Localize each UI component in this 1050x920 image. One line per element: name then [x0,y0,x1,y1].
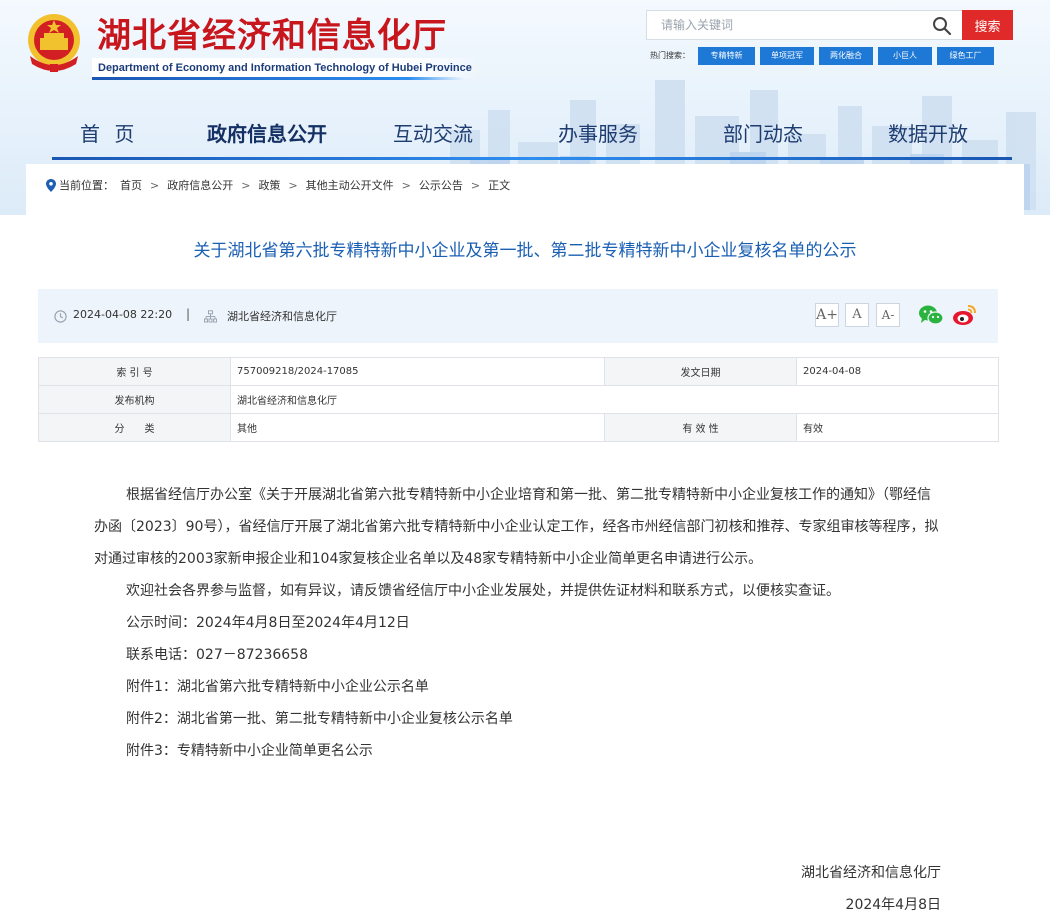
subtitle-underline [92,77,464,80]
signature-org: 湖北省经济和信息化厅 [801,865,941,881]
crumb-separator: > [241,178,251,192]
crumb-other-files[interactable]: 其他主动公开文件 [306,177,394,193]
nav-underline [52,157,1012,160]
table-row: 索 引 号 757009218/2024-17085 发文日期 2024-04-… [38,357,999,386]
font-size-decrease-button[interactable]: A- [876,303,900,327]
site-subtitle: Department of Economy and Information Te… [92,58,484,78]
issuing-org-label: 发布机构 [38,385,231,414]
crumb-separator: > [150,178,160,192]
attachment-link[interactable]: 附件1：湖北省第六批专精特新中小企业公示名单 [94,671,944,703]
nav-item-open-data[interactable]: 数据开放 [888,114,968,154]
hot-search-label: 热门搜索： [650,51,690,60]
main-nav: 首 页 政府信息公开 互动交流 办事服务 部门动态 数据开放 [0,114,1050,160]
table-row: 分 类 其他 有 效 性 有效 [38,413,999,442]
body-paragraph: 欢迎社会各界参与监督，如有异议，请反馈省经信厅中小企业发展处，并提供佐证材料和联… [126,583,840,599]
article-title: 关于湖北省第六批专精特新中小企业及第一批、第二批专精特新中小企业复核名单的公示 [193,241,857,261]
organization-icon [204,310,217,323]
attachment-link[interactable]: 附件2：湖北省第一批、第二批专精特新中小企业复核公示名单 [94,703,944,735]
nav-item-interaction[interactable]: 互动交流 [393,114,473,154]
body-paragraph: 根据省经信厅办公室《关于开展湖北省第六批专精特新中小企业培育和第一批、第二批专精… [94,487,939,567]
validity-value: 有效 [796,413,999,442]
table-row: 发布机构 湖北省经济和信息化厅 [38,385,999,414]
crumb-separator: > [401,178,411,192]
font-size-normal-button[interactable]: A [845,303,869,327]
crumb-gov-info[interactable]: 政府信息公开 [167,177,233,193]
article-body: 根据省经信厅办公室《关于开展湖北省第六批专精特新中小企业培育和第一批、第二批专精… [94,479,944,767]
hot-tag[interactable]: 小巨人 [878,47,932,65]
contact-phone: 联系电话：027－87236658 [126,647,308,663]
meta-divider: | [186,307,191,321]
national-emblem-logo [28,14,80,72]
crumb-notices[interactable]: 公示公告 [419,177,463,193]
publish-datetime: 2024-04-08 22:20 [73,308,173,321]
breadcrumb: 当前位置： 首页 > 政府信息公开 > 政策 > 其他主动公开文件 > 公示公告… [46,177,510,193]
crumb-separator: > [470,178,481,192]
nav-item-services[interactable]: 办事服务 [558,114,638,154]
crumb-policy[interactable]: 政策 [258,177,280,193]
weibo-icon[interactable] [952,303,978,327]
hot-search-tags: 专精特新 单项冠军 两化融合 小巨人 绿色工厂 [698,47,994,65]
hot-tag[interactable]: 单项冠军 [760,47,814,65]
crumb-separator: > [288,178,298,192]
index-number-label: 索 引 号 [38,357,231,386]
signature-date: 2024年4月8日 [845,897,941,913]
wechat-icon[interactable] [918,303,944,327]
font-size-increase-button[interactable]: A+ [815,303,839,327]
site-title[interactable]: 湖北省经济和信息化厅 [97,8,447,57]
clock-icon [54,310,67,323]
crumb-current: 正文 [488,179,511,192]
search-input[interactable] [647,11,917,39]
article-meta-bar: 2024-04-08 22:20 | 湖北省经济和信息化厅 A+ A A- [38,289,998,343]
search-box [646,10,962,40]
issue-date-label: 发文日期 [604,357,797,386]
search-button[interactable]: 搜索 [962,10,1013,40]
category-label: 分 类 [38,413,231,442]
issuing-org-value: 湖北省经济和信息化厅 [230,385,999,414]
validity-label: 有 效 性 [604,413,797,442]
issue-date-value: 2024-04-08 [796,357,999,386]
attachment-link[interactable]: 附件3：专精特新中小企业简单更名公示 [94,735,944,767]
publish-source: 湖北省经济和信息化厅 [227,310,337,323]
document-info-table: 索 引 号 757009218/2024-17085 发文日期 2024-04-… [38,357,999,442]
search-icon[interactable] [932,16,952,36]
crumb-home[interactable]: 首页 [120,177,142,193]
breadcrumb-prefix: 当前位置： [59,179,114,192]
nav-item-home[interactable]: 首 页 [80,114,138,154]
hot-tag[interactable]: 两化融合 [819,47,873,65]
nav-item-gov-info[interactable]: 政府信息公开 [207,114,327,154]
publicity-period: 公示时间：2024年4月8日至2024年4月12日 [126,615,410,631]
index-number-value: 757009218/2024-17085 [230,357,605,386]
category-value: 其他 [230,413,605,442]
nav-item-dept-news[interactable]: 部门动态 [723,114,803,154]
location-pin-icon [46,178,56,192]
hot-tag[interactable]: 绿色工厂 [937,47,994,65]
hot-tag[interactable]: 专精特新 [698,47,755,65]
